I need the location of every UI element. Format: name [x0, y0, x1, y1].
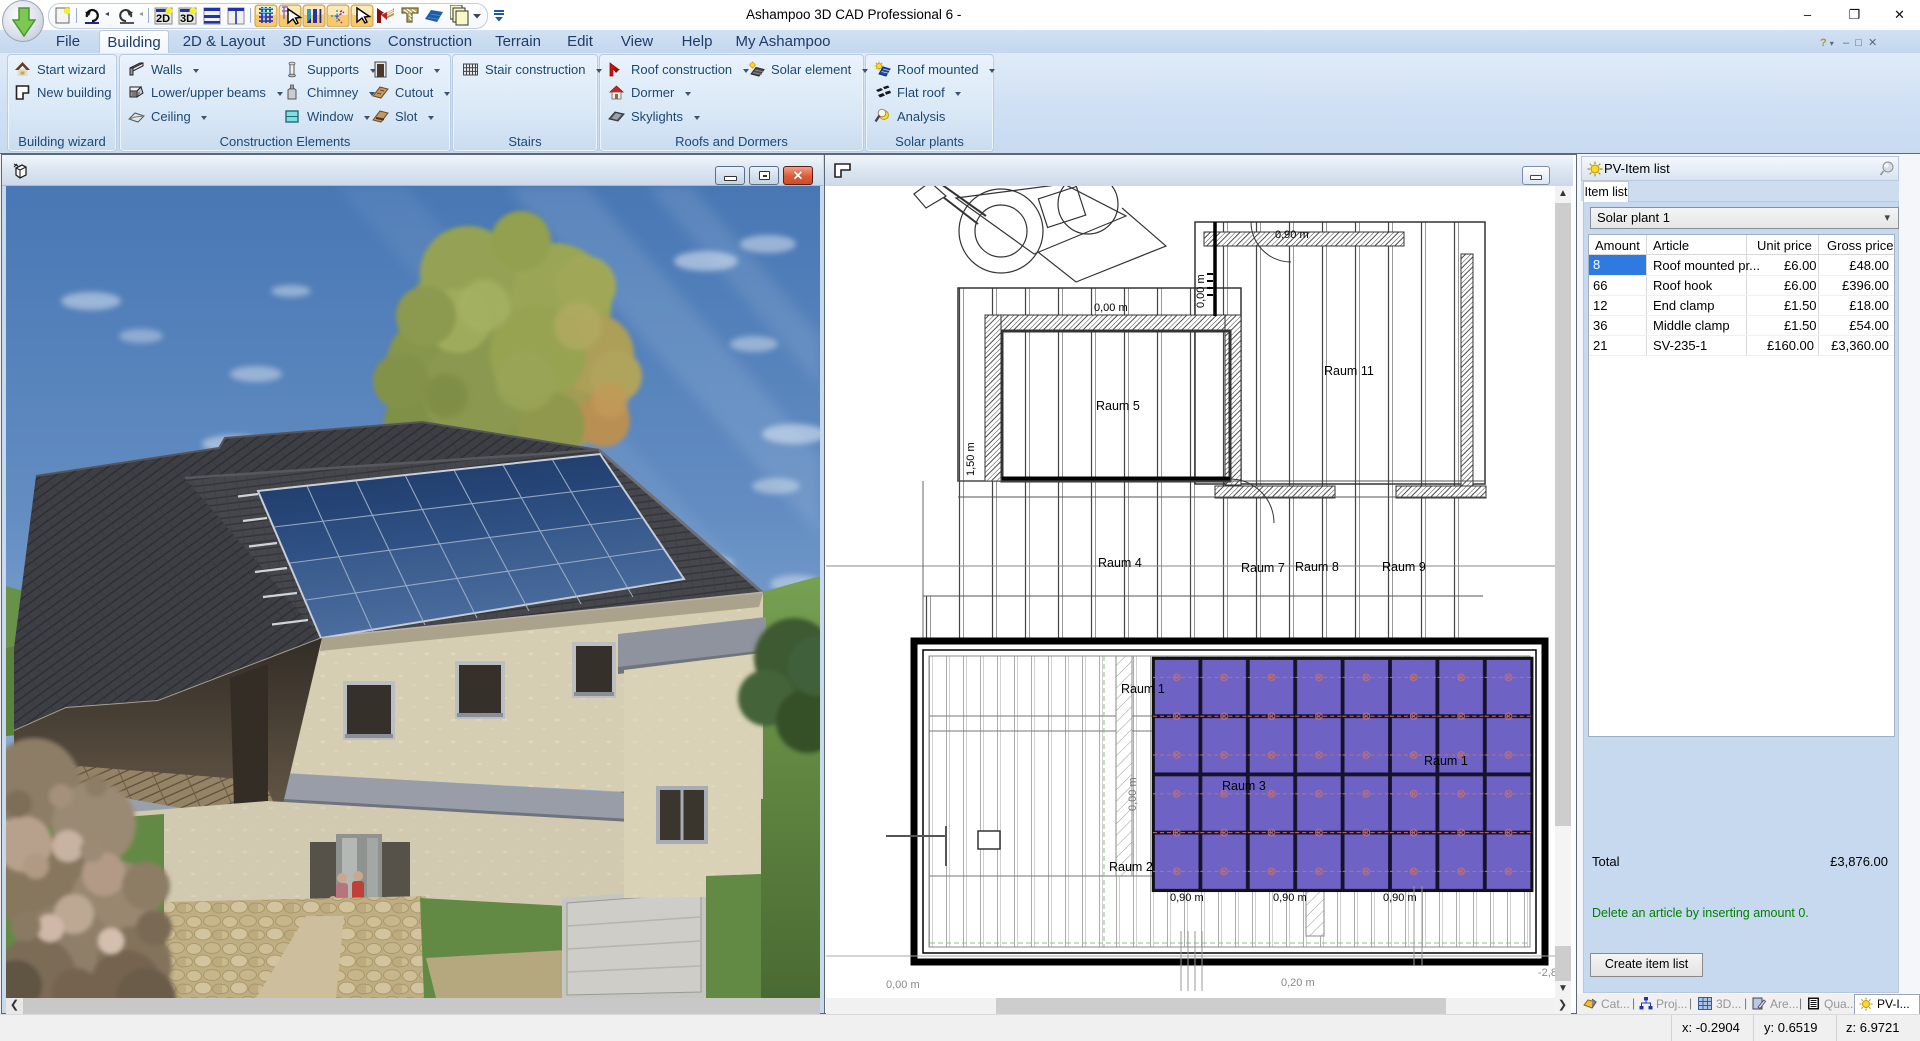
svg-text:Raum 2: Raum 2 — [1109, 860, 1153, 874]
svg-text:0,90 m: 0,90 m — [1170, 892, 1204, 904]
svg-text:0,00 m: 0,00 m — [1094, 302, 1128, 314]
svg-text:3D: 3D — [180, 13, 194, 25]
svg-text:2D: 2D — [156, 13, 170, 25]
svg-text:0,90 m: 0,90 m — [1383, 892, 1417, 904]
svg-text:Raum 11: Raum 11 — [1324, 364, 1374, 378]
svg-text:0,00 m: 0,00 m — [1127, 777, 1139, 811]
svg-text:0,00 m: 0,00 m — [886, 979, 920, 991]
svg-text:0,90 m: 0,90 m — [1273, 892, 1307, 904]
svg-text:0,00 m: 0,00 m — [1195, 274, 1207, 308]
svg-text:Raum 1: Raum 1 — [1121, 682, 1165, 696]
svg-text:Raum 9: Raum 9 — [1382, 560, 1426, 574]
svg-text:0,90 m: 0,90 m — [1275, 229, 1309, 241]
svg-text:-2,80: -2,80 — [1538, 967, 1555, 979]
svg-text:1,50 m: 1,50 m — [965, 442, 977, 476]
svg-text:0,20 m: 0,20 m — [1281, 977, 1315, 989]
svg-text:Raum 4: Raum 4 — [1098, 556, 1142, 570]
svg-text:Raum 5: Raum 5 — [1096, 399, 1140, 413]
svg-text:Raum 1: Raum 1 — [1424, 754, 1468, 768]
svg-text:Raum 3: Raum 3 — [1222, 779, 1266, 793]
svg-text:Raum 7: Raum 7 — [1241, 561, 1285, 575]
svg-text:Raum 8: Raum 8 — [1295, 560, 1339, 574]
